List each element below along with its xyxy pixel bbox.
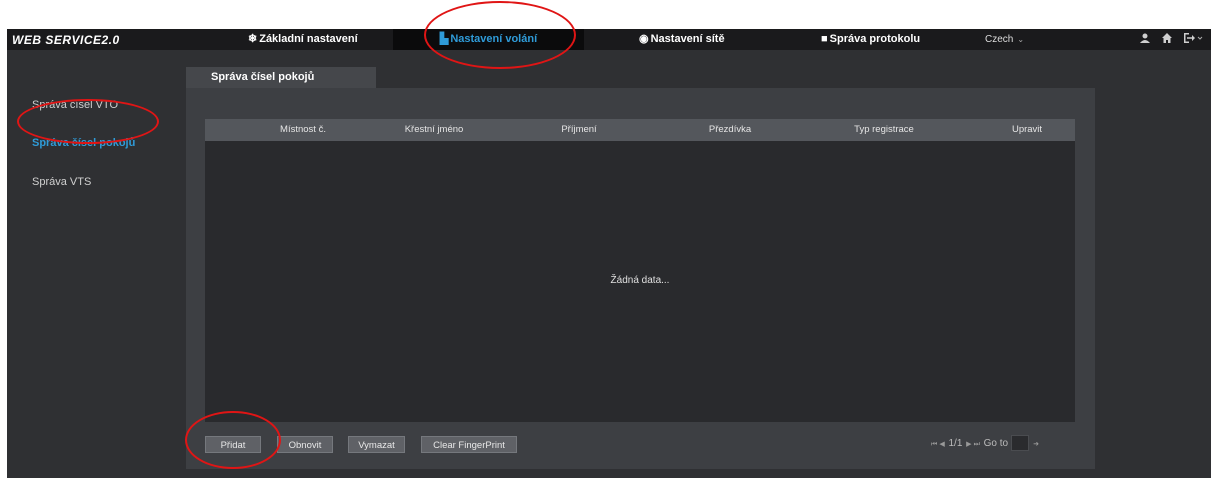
pagination: ⏮ ◀ 1/1 ▶ ⏭ Go to ➜ — [930, 434, 1040, 454]
last-page-icon[interactable]: ⏭ — [974, 441, 980, 448]
clear-button[interactable]: Vymazat — [348, 436, 405, 453]
content-panel: Místnost č. Křestní jméno Příjmení Přezd… — [186, 88, 1095, 469]
next-page-icon[interactable]: ▶ — [966, 441, 971, 448]
sidebar: Správa čísel VTO Správa čísel pokojů Spr… — [7, 50, 177, 478]
goto-arrow-icon[interactable]: ➜ — [1033, 441, 1039, 448]
column-edit: Upravit — [1011, 124, 1043, 135]
empty-state-text: Žádná data... — [610, 275, 670, 286]
user-icon[interactable] — [1138, 32, 1152, 46]
column-registration-type: Typ registrace — [854, 124, 914, 135]
document-icon: ■ — [821, 33, 828, 45]
column-last-name: Příjmení — [561, 124, 597, 135]
sidebar-item-vto-numbers[interactable]: Správa čísel VTO — [32, 99, 118, 111]
column-first-name: Křestní jméno — [404, 124, 464, 135]
app-window: WEB SERVICE2.0 ❄ Základní nastavení ▙ Nast… — [7, 29, 1211, 478]
nav-call-settings[interactable]: ▙ Nastavení volání — [393, 29, 584, 50]
goto-label: Go to — [983, 438, 1009, 449]
tab-room-numbers[interactable]: Správa čísel pokojů — [186, 67, 376, 88]
globe-icon: ◉ — [639, 33, 649, 45]
sidebar-item-vts[interactable]: Správa VTS — [32, 176, 91, 188]
refresh-button[interactable]: Obnovit — [277, 436, 333, 453]
language-value: Czech — [985, 34, 1014, 45]
nav-basic-settings[interactable]: ❄ Základní nastavení — [244, 29, 362, 50]
column-nickname: Přezdívka — [708, 124, 752, 135]
sidebar-item-room-numbers[interactable]: Správa čísel pokojů — [32, 137, 135, 149]
page-indicator: 1/1 — [948, 438, 963, 449]
nav-network-settings-label: Nastavení sítě — [650, 33, 725, 45]
prev-page-icon[interactable]: ◀ — [939, 441, 944, 448]
nav-log-management-label: Správa protokolu — [829, 33, 921, 45]
app-logo: WEB SERVICE2.0 — [12, 33, 120, 47]
clear-fingerprint-button[interactable]: Clear FingerPrint — [421, 436, 517, 453]
column-room-no: Místnost č. — [280, 124, 326, 135]
add-button[interactable]: Přidat — [205, 436, 261, 453]
nav-log-management[interactable]: ■ Správa protokolu — [819, 29, 922, 50]
top-navigation-bar: WEB SERVICE2.0 ❄ Základní nastavení ▙ Nast… — [7, 29, 1211, 50]
first-page-icon[interactable]: ⏮ — [931, 441, 937, 448]
nav-basic-settings-label: Základní nastavení — [259, 33, 358, 45]
table-header: Místnost č. Křestní jméno Příjmení Přezd… — [205, 119, 1075, 141]
nav-call-settings-label: Nastavení volání — [450, 33, 538, 45]
logout-icon[interactable] — [1182, 32, 1204, 46]
chevron-down-icon: ⌄ — [1017, 35, 1025, 44]
goto-page-input[interactable] — [1011, 435, 1030, 452]
nav-network-settings[interactable]: ◉ Nastavení sítě — [637, 29, 727, 50]
home-icon[interactable] — [1160, 32, 1174, 46]
language-select[interactable]: Czech ⌄ — [985, 29, 1024, 50]
room-table: Místnost č. Křestní jméno Příjmení Přezd… — [205, 119, 1075, 422]
gear-icon: ❄ — [248, 33, 258, 45]
building-icon: ▙ — [439, 33, 449, 45]
